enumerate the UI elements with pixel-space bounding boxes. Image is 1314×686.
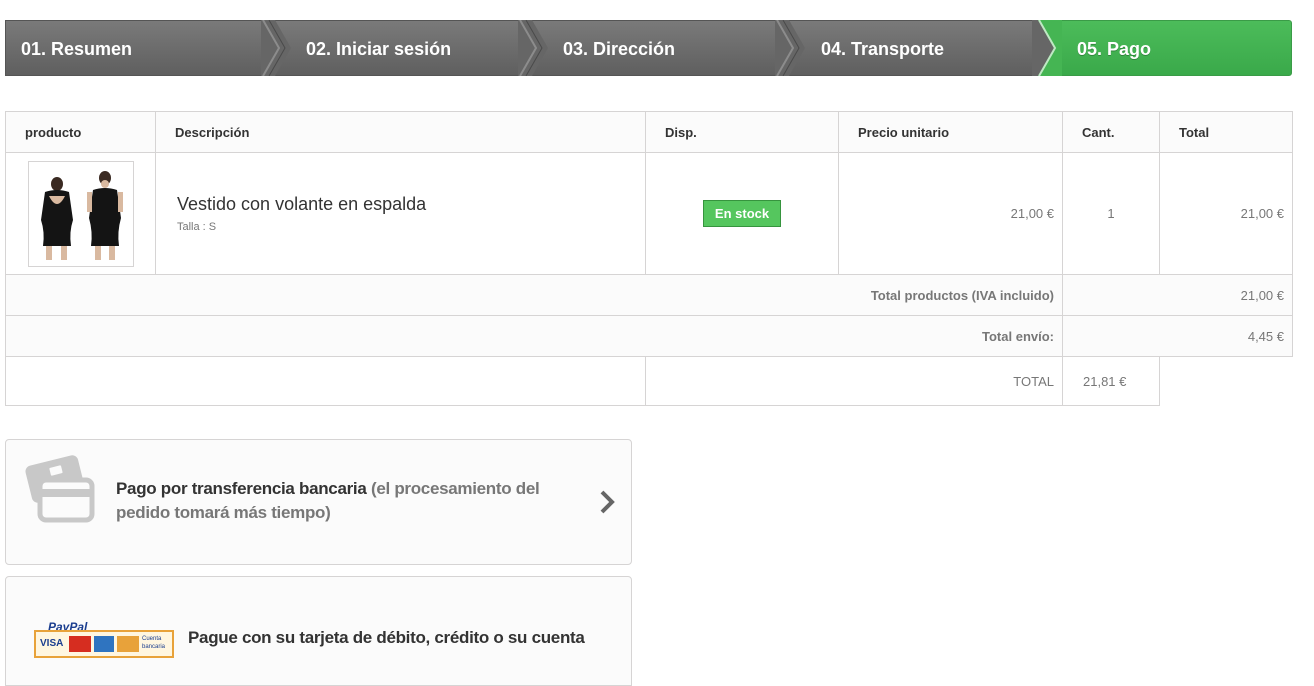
maestro-icon [117, 636, 139, 652]
checkout-steps: 01. Resumen 02. Iniciar sesión 03. Direc… [5, 20, 1292, 78]
step-shipping[interactable]: 04. Transporte [776, 20, 1046, 76]
bankwire-payment-option[interactable]: Pago por transferencia bancaria (el proc… [5, 439, 632, 565]
product-description-cell: Vestido con volante en espalda Talla : S [155, 152, 646, 275]
grand-total-label: TOTAL [645, 356, 1063, 406]
product-image-cell [5, 152, 156, 275]
chevron-right-icon [600, 490, 615, 514]
quantity: 1 [1062, 152, 1160, 275]
stock-badge: En stock [702, 200, 782, 227]
grand-total-spacer [5, 356, 646, 406]
header-quantity: Cant. [1062, 111, 1160, 153]
grand-total-value: 21,81 € [1062, 356, 1160, 406]
grand-total-empty [1160, 357, 1293, 406]
bankwire-text: Pago por transferencia bancaria (el proc… [116, 477, 576, 525]
table-row: Vestido con volante en espalda Talla : S… [5, 152, 1293, 275]
dress-image [41, 170, 123, 260]
step-login-label: 02. Iniciar sesión [306, 39, 452, 59]
step-shipping-label: 04. Transporte [821, 39, 945, 59]
step-payment[interactable]: 05. Pago [1033, 20, 1292, 76]
unit-price: 21,00 € [838, 152, 1063, 275]
product-size: Talla : S [177, 221, 217, 233]
step-address-label: 03. Dirección [563, 39, 676, 59]
credit-card-icon [25, 455, 95, 523]
step-address[interactable]: 03. Dirección [519, 20, 789, 76]
availability-cell: En stock [645, 152, 839, 275]
table-header-row: producto Descripción Disp. Precio unitar… [5, 111, 1293, 153]
step-summary[interactable]: 01. Resumen [5, 20, 275, 76]
shipping-label: Total envío: [5, 315, 1063, 357]
cart-summary-table: producto Descripción Disp. Precio unitar… [5, 111, 1293, 406]
paypal-payment-option[interactable]: PayPal VISA Cuenta bancaria Pague con su… [5, 576, 632, 686]
header-description: Descripción [155, 111, 646, 153]
card-logos-strip: VISA Cuenta bancaria [34, 630, 174, 658]
product-image[interactable] [28, 160, 134, 267]
paypal-logo: PayPal VISA Cuenta bancaria [34, 620, 174, 660]
total-products-label: Total productos (IVA incluido) [5, 274, 1063, 316]
header-unit-price: Precio unitario [838, 111, 1063, 153]
shipping-row: Total envío: 4,45 € [5, 315, 1293, 357]
step-payment-label: 05. Pago [1077, 39, 1152, 59]
step-separator-arrow [1032, 20, 1062, 76]
step-summary-label: 01. Resumen [21, 39, 133, 59]
step-login[interactable]: 02. Iniciar sesión [262, 20, 532, 76]
bank-account-logo: Cuenta bancaria [142, 636, 166, 650]
total-products-row: Total productos (IVA incluido) 21,00 € [5, 274, 1293, 316]
header-total: Total [1159, 111, 1293, 153]
amex-icon [94, 636, 114, 652]
bankwire-title: Pago por transferencia bancaria [116, 479, 367, 498]
paypal-text: Pague con su tarjeta de débito, crédito … [188, 628, 585, 647]
grand-total-row: TOTAL 21,81 € [5, 356, 1293, 406]
header-availability: Disp. [645, 111, 839, 153]
mastercard-icon [69, 636, 91, 652]
shipping-value: 4,45 € [1062, 315, 1293, 357]
header-product: producto [5, 111, 156, 153]
product-name-link[interactable]: Vestido con volante en espalda [177, 194, 644, 215]
step-separator-arrow [261, 20, 291, 76]
visa-logo: VISA [40, 638, 64, 649]
line-total: 21,00 € [1159, 152, 1293, 275]
step-separator-arrow [518, 20, 548, 76]
step-separator-arrow [775, 20, 805, 76]
total-products-value: 21,00 € [1062, 274, 1293, 316]
